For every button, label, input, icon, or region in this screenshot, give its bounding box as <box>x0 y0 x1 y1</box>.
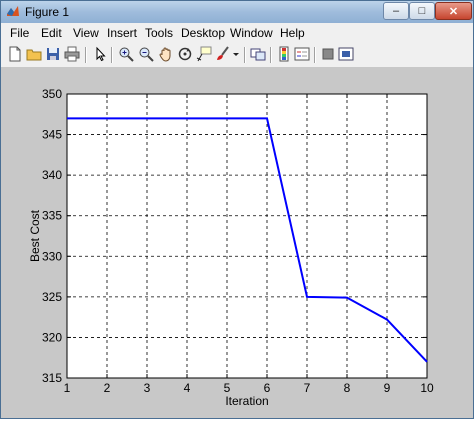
maximize-icon: □ <box>418 5 426 17</box>
open-file-icon[interactable] <box>26 46 42 62</box>
legend-icon[interactable] <box>294 46 310 62</box>
matlab-icon <box>7 6 19 16</box>
data-cursor-icon[interactable] <box>196 46 212 62</box>
save-icon[interactable] <box>45 46 61 62</box>
x-tick-label: 7 <box>304 381 311 395</box>
y-tick-label: 350 <box>42 87 62 101</box>
x-tick-label: 6 <box>264 381 271 395</box>
toolbar <box>1 43 473 68</box>
print-icon[interactable] <box>64 46 80 62</box>
zoom-out-icon[interactable] <box>138 46 154 62</box>
x-tick-label: 9 <box>384 381 391 395</box>
y-tick-label: 320 <box>42 330 62 344</box>
toolbar-separator <box>244 47 246 63</box>
maximize-button[interactable]: □ <box>409 2 435 20</box>
x-tick-label: 2 <box>104 381 111 395</box>
brush-dropdown-icon[interactable] <box>232 46 240 62</box>
new-figure-icon[interactable] <box>7 46 23 62</box>
menu-desktop[interactable]: Desktop <box>181 26 225 40</box>
menu-tools[interactable]: Tools <box>145 26 173 40</box>
x-tick-label: 4 <box>184 381 191 395</box>
x-axis-label: Iteration <box>225 394 268 408</box>
colorbar-icon[interactable] <box>276 46 292 62</box>
toolbar-separator <box>111 47 113 63</box>
menu-edit[interactable]: Edit <box>41 26 62 40</box>
x-tick-label: 10 <box>420 381 434 395</box>
minimize-button[interactable]: – <box>383 2 409 20</box>
axes-background <box>66 93 428 379</box>
pointer-icon[interactable] <box>92 46 108 62</box>
line-chart[interactable]: 1 2 3 4 5 6 7 8 9 10 315320325330335340345350 Ite… <box>1 68 473 418</box>
y-tick-label: 345 <box>42 128 62 142</box>
y-axis-label: Best Cost <box>28 209 42 262</box>
menu-insert[interactable]: Insert <box>107 26 137 40</box>
minimize-icon: – <box>392 5 400 17</box>
figure-canvas: 1 2 3 4 5 6 7 8 9 10 315 320 325 330 335 340 345 350 Ite… <box>1 68 473 418</box>
pan-hand-icon[interactable] <box>158 46 174 62</box>
show-plot-tools-icon[interactable] <box>338 46 354 62</box>
y-tick-label: 340 <box>42 168 62 182</box>
x-tick-label: 3 <box>144 381 151 395</box>
menu-window[interactable]: Window <box>230 26 273 40</box>
brush-icon[interactable] <box>215 46 231 62</box>
y-tick-label: 335 <box>42 209 62 223</box>
close-icon: ✕ <box>448 5 459 18</box>
y-tick-label: 330 <box>42 249 62 263</box>
hide-plot-tools-icon[interactable] <box>320 46 336 62</box>
menu-file[interactable]: File <box>10 26 29 40</box>
y-tick-label: 315 <box>42 371 62 385</box>
toolbar-separator <box>270 47 272 63</box>
x-tick-label: 8 <box>344 381 351 395</box>
title-bar[interactable]: Figure 1 – □ ✕ <box>1 1 473 24</box>
toolbar-separator <box>314 47 316 63</box>
rotate-3d-icon[interactable] <box>177 46 193 62</box>
window-title: Figure 1 <box>25 5 70 19</box>
zoom-in-icon[interactable] <box>118 46 134 62</box>
close-button[interactable]: ✕ <box>435 2 472 20</box>
menu-bar: File Edit View Insert Tools Desktop Wind… <box>1 23 473 43</box>
y-tick-label: 325 <box>42 290 62 304</box>
link-plot-icon[interactable] <box>250 46 266 62</box>
toolbar-separator <box>85 47 87 63</box>
x-tick-label: 5 <box>224 381 231 395</box>
menu-view[interactable]: View <box>73 26 99 40</box>
figure-window: Figure 1 – □ ✕ File Edit View Insert Too… <box>0 0 474 419</box>
x-tick-label: 1 <box>64 381 71 395</box>
menu-help[interactable]: Help <box>280 26 305 40</box>
